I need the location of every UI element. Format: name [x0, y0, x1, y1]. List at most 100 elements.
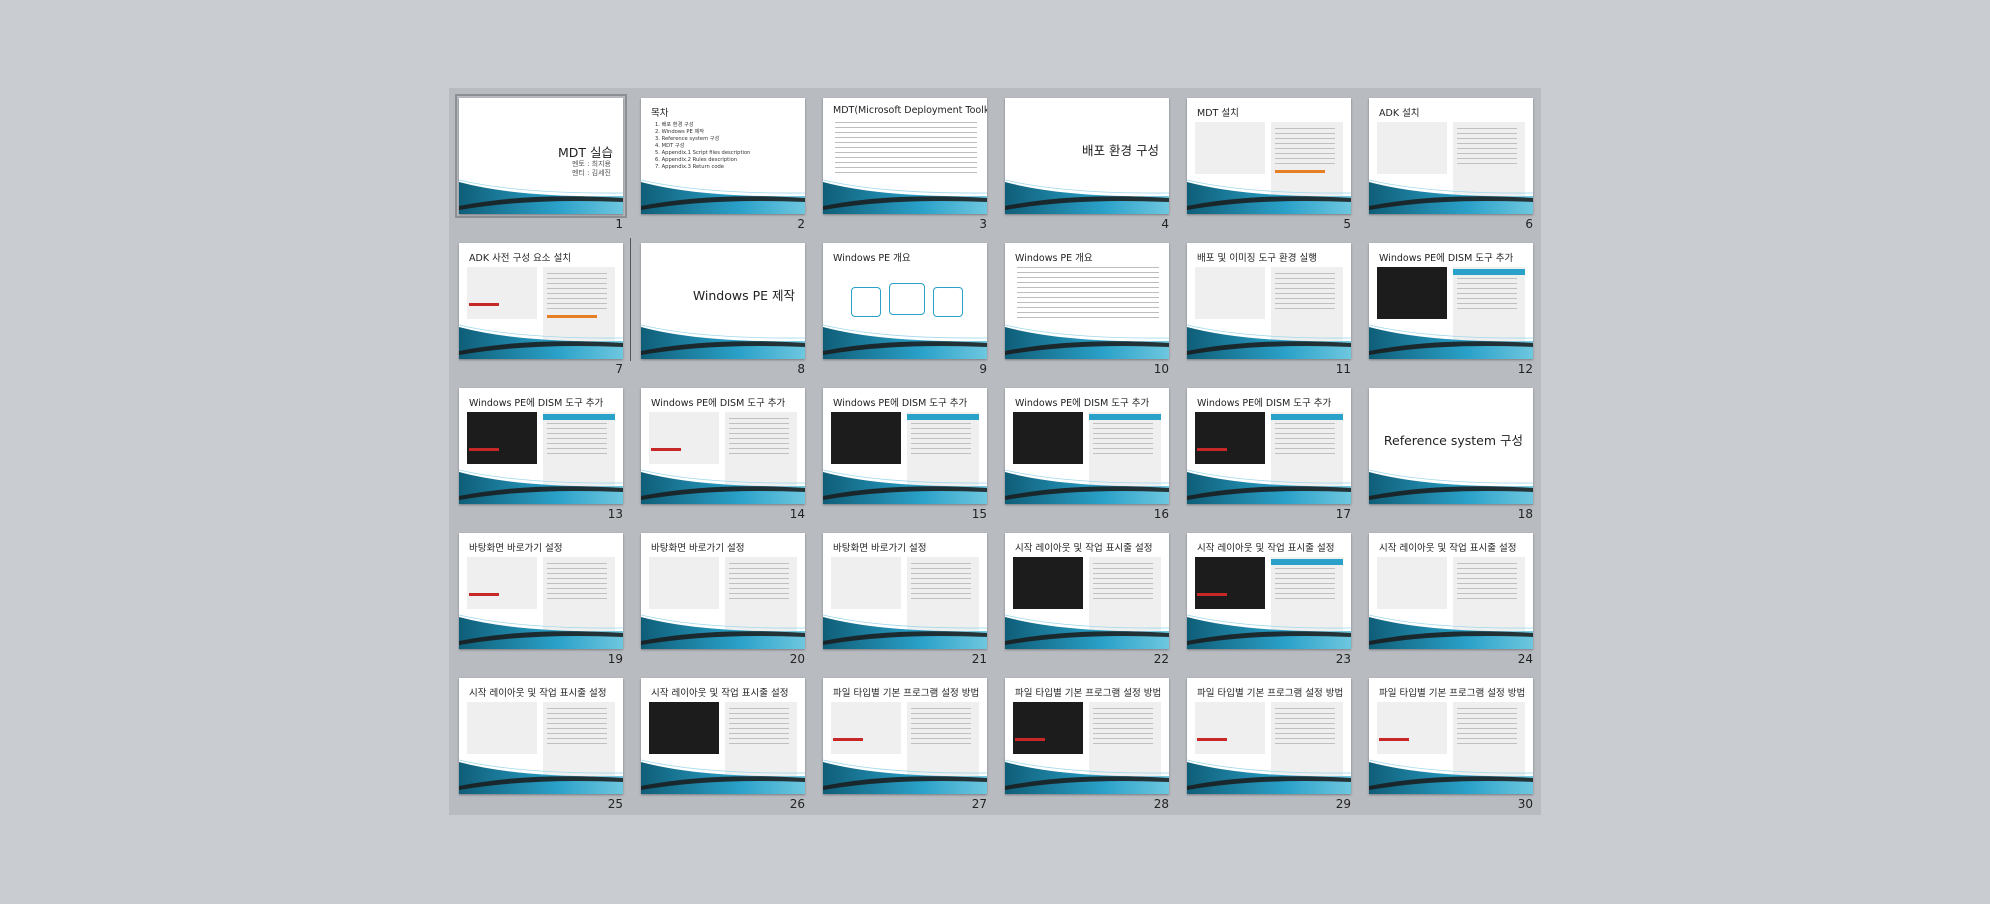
slide-screenshot: [1195, 702, 1265, 754]
slide-screenshot: [1195, 557, 1265, 609]
slide-thumbnail[interactable]: MDT 실습 멘토 : 최지용 멘티 : 김세진: [455, 94, 627, 218]
slide-thumbnail[interactable]: 시작 레이아웃 및 작업 표시줄 설정: [1369, 533, 1533, 649]
slide-text-lines: [547, 708, 607, 748]
slide-title: Windows PE에 DISM 도구 추가: [469, 398, 604, 409]
slide-thumbnail[interactable]: ADK 설치: [1369, 98, 1533, 214]
slide-thumbnail[interactable]: Windows PE에 DISM 도구 추가: [641, 388, 805, 504]
diagram-box: [851, 287, 881, 317]
slide-title: MDT 설치: [1197, 108, 1239, 119]
red-annotation: [469, 593, 499, 596]
slide-thumbnail[interactable]: 파일 타입별 기본 프로그램 설정 방법: [823, 678, 987, 794]
slide-thumbnail[interactable]: Reference system 구성: [1369, 388, 1533, 504]
slide-number: 24: [1517, 652, 1533, 666]
slide-title: MDT(Microsoft Deployment Toolkit): [833, 105, 987, 116]
slide-screenshot: [649, 412, 719, 464]
slide-thumbnail[interactable]: 바탕화면 바로가기 설정: [641, 533, 805, 649]
slide-number: 14: [789, 507, 805, 521]
slide-text-lines: [1093, 708, 1153, 748]
slide-number: 12: [1517, 362, 1533, 376]
wave-decoration: [1369, 614, 1533, 649]
slide-number: 6: [1525, 217, 1533, 231]
slide-text-lines: [1093, 418, 1153, 458]
wave-decoration: [823, 179, 987, 214]
slide-thumbnail[interactable]: 시작 레이아웃 및 작업 표시줄 설정: [1005, 533, 1169, 649]
slide-number: 15: [971, 507, 987, 521]
diagram-box: [933, 287, 963, 317]
slide-thumbnail[interactable]: 파일 타입별 기본 프로그램 설정 방법: [1369, 678, 1533, 794]
wave-decoration: [1369, 759, 1533, 794]
highlight-bar: [543, 414, 615, 420]
slide-text-lines: [1275, 273, 1335, 313]
slide-screenshot: [649, 702, 719, 754]
wave-decoration: [823, 614, 987, 649]
slide-text-lines: [911, 418, 971, 458]
slide-screenshot: [467, 702, 537, 754]
wave-decoration: [641, 469, 805, 504]
slide-thumbnail[interactable]: 시작 레이아웃 및 작업 표시줄 설정: [1187, 533, 1351, 649]
slide-thumbnail[interactable]: 배포 및 이미징 도구 환경 실행: [1187, 243, 1351, 359]
slide-text-lines: [1093, 563, 1153, 603]
slide-thumbnail[interactable]: MDT 설치: [1187, 98, 1351, 214]
slide-thumbnail[interactable]: 목차 1. 배포 환경 구성 2. Windows PE 제작 3. Referenc…: [641, 98, 805, 214]
slide-text-lines: [1275, 128, 1335, 168]
wave-decoration: [1005, 759, 1169, 794]
slide-text-lines: [1275, 708, 1335, 748]
slide-thumbnail[interactable]: 바탕화면 바로가기 설정: [459, 533, 623, 649]
slide-text-lines: [1457, 273, 1517, 313]
slide-title: Windows PE 개요: [833, 253, 911, 264]
toc-item: 1. 배포 환경 구성: [655, 122, 694, 128]
slide-screenshot: [649, 557, 719, 609]
slide-thumbnail[interactable]: MDT(Microsoft Deployment Toolkit): [823, 98, 987, 214]
slide-number: 20: [789, 652, 805, 666]
wave-decoration: [1369, 469, 1533, 504]
slide-title: 시작 레이아웃 및 작업 표시줄 설정: [651, 688, 789, 699]
slide-number: 21: [971, 652, 987, 666]
wave-decoration: [1187, 179, 1351, 214]
slide-thumbnail[interactable]: Windows PE에 DISM 도구 추가: [1187, 388, 1351, 504]
red-annotation: [1197, 738, 1227, 741]
toc-item: 3. Reference system 구성: [655, 136, 720, 142]
slide-thumbnail[interactable]: Windows PE에 DISM 도구 추가: [459, 388, 623, 504]
slide-thumbnail[interactable]: 바탕화면 바로가기 설정: [823, 533, 987, 649]
red-annotation: [651, 448, 681, 451]
slide-thumbnail[interactable]: 배포 환경 구성: [1005, 98, 1169, 214]
wave-decoration: [459, 324, 623, 359]
slide-thumbnail[interactable]: 시작 레이아웃 및 작업 표시줄 설정: [641, 678, 805, 794]
slide-thumbnail[interactable]: Windows PE에 DISM 도구 추가: [1369, 243, 1533, 359]
slide-screenshot: [831, 702, 901, 754]
red-annotation: [1015, 738, 1045, 741]
slide-number: 23: [1335, 652, 1351, 666]
slide-text-lines: [1457, 708, 1517, 748]
red-annotation: [1379, 738, 1409, 741]
slide-title: Windows PE 개요: [1015, 253, 1093, 264]
slide-thumbnail[interactable]: Windows PE에 DISM 도구 추가: [823, 388, 987, 504]
slide-number: 10: [1153, 362, 1169, 376]
slide-bullet-lines: [835, 122, 977, 174]
slide-thumbnail[interactable]: 시작 레이아웃 및 작업 표시줄 설정: [459, 678, 623, 794]
toc-item: 2. Windows PE 제작: [655, 129, 705, 135]
slide-title: 배포 및 이미징 도구 환경 실행: [1197, 253, 1317, 264]
wave-decoration: [641, 759, 805, 794]
slide-thumbnail[interactable]: Windows PE 제작: [641, 243, 805, 359]
red-annotation: [1197, 448, 1227, 451]
slide-thumbnail[interactable]: ADK 사전 구성 요소 설치: [459, 243, 623, 359]
slide-title: Windows PE 제작: [692, 288, 795, 303]
slide-number: 22: [1153, 652, 1169, 666]
slide-title: 목차: [651, 108, 669, 119]
slide-number: 13: [607, 507, 623, 521]
slide-thumbnail[interactable]: Windows PE 개요: [823, 243, 987, 359]
slide-title: MDT 실습: [557, 145, 613, 160]
slide-screenshot: [1377, 557, 1447, 609]
slide-number: 9: [979, 362, 987, 376]
toc-item: 7. Appendix.3 Return code: [655, 164, 724, 170]
slide-number: 5: [1343, 217, 1351, 231]
red-annotation: [1197, 593, 1227, 596]
slide-title: 시작 레이아웃 및 작업 표시줄 설정: [1197, 543, 1335, 554]
slide-thumbnail[interactable]: Windows PE에 DISM 도구 추가: [1005, 388, 1169, 504]
slide-title: Windows PE에 DISM 도구 추가: [1015, 398, 1150, 409]
slide-thumbnail[interactable]: Windows PE 개요: [1005, 243, 1169, 359]
orange-annotation: [1275, 170, 1325, 173]
slide-title: ADK 설치: [1379, 108, 1420, 119]
slide-thumbnail[interactable]: 파일 타입별 기본 프로그램 설정 방법: [1187, 678, 1351, 794]
slide-thumbnail[interactable]: 파일 타입별 기본 프로그램 설정 방법: [1005, 678, 1169, 794]
